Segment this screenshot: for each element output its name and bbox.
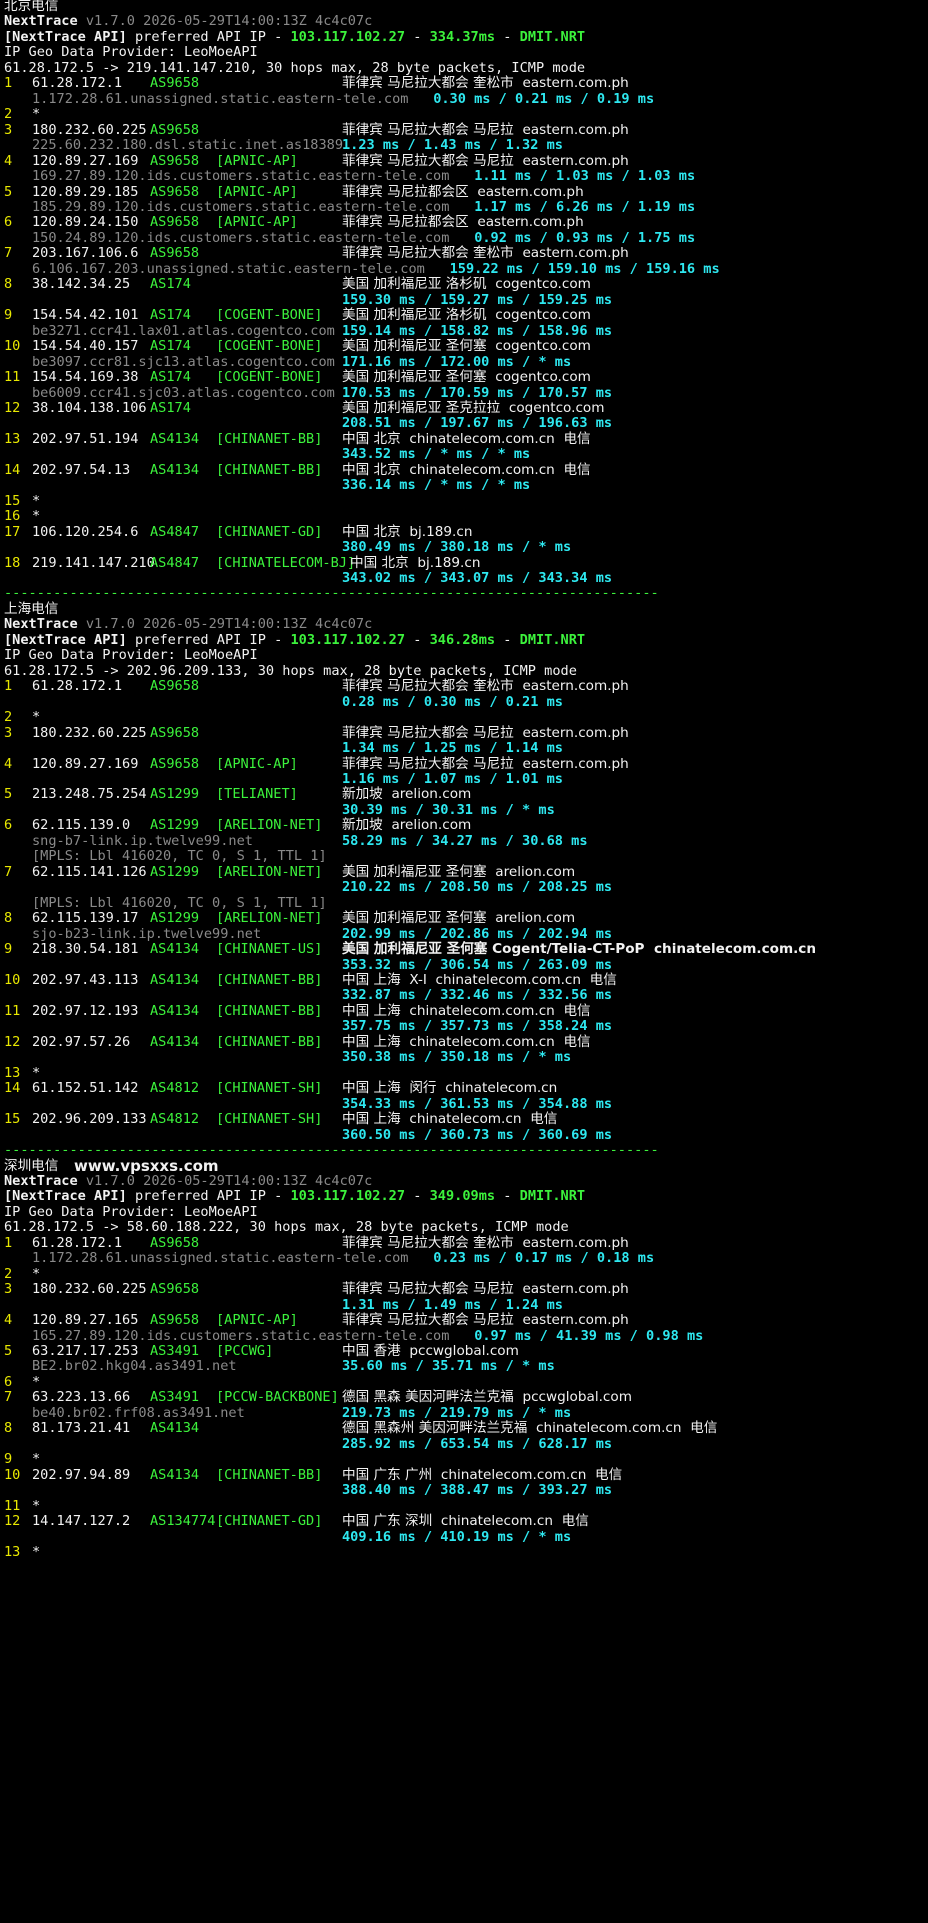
- tool-version: v1.7.0 2026-05-29T14:00:13Z 4c4c07c: [85, 13, 373, 29]
- hop-domain: chinatelecom.com.cn: [654, 941, 817, 957]
- api-ip: 103.117.102.27: [290, 1188, 406, 1204]
- hop-domain: eastern.com.ph: [522, 1312, 629, 1328]
- hop-domain: eastern.com.ph: [522, 678, 629, 694]
- hop-domain: chinatelecom.com.cn: [536, 1420, 682, 1436]
- api-dash: -: [405, 1188, 430, 1204]
- hop-isp: 电信: [561, 1513, 589, 1529]
- hop-domain: cogentco.com: [495, 369, 591, 385]
- hop-domain: cogentco.com: [495, 307, 591, 323]
- api-latency: 349.09ms: [429, 1188, 496, 1204]
- hop-domain: eastern.com.ph: [522, 75, 629, 91]
- hop-domain: cogentco.com: [495, 276, 591, 292]
- api-dash: -: [495, 1188, 520, 1204]
- hop-isp: 电信: [530, 1111, 558, 1127]
- hop-number: 13: [4, 1544, 21, 1560]
- timeout-star: *: [32, 1544, 41, 1560]
- api-label: [NextTrace API]: [4, 1188, 127, 1204]
- hop-domain: chinatelecom.cn: [409, 1111, 522, 1127]
- tool-version: v1.7.0 2026-05-29T14:00:13Z 4c4c07c: [85, 616, 373, 632]
- hop-domain: eastern.com.ph: [522, 1281, 629, 1297]
- hop-domain: arelion.com: [391, 786, 472, 802]
- hop-domain: eastern.com.ph: [477, 214, 584, 230]
- terminal-output: 北京电信 NextTrace v1.7.0 2026-05-29T14:00:13…: [0, 0, 928, 1923]
- tool-name: NextTrace: [4, 13, 78, 29]
- hop-domain: chinatelecom.cn: [440, 1513, 553, 1529]
- hop-domain: arelion.com: [495, 910, 576, 926]
- hop-domain: eastern.com.ph: [522, 245, 629, 261]
- hop-domain: arelion.com: [391, 817, 472, 833]
- hop-domain: cogentco.com: [495, 338, 591, 354]
- hop-domain: pccwglobal.com: [522, 1389, 632, 1405]
- hop-domain: chinatelecom.cn: [445, 1080, 558, 1096]
- tool-name: NextTrace: [4, 616, 78, 632]
- hop-isp: 电信: [690, 1420, 718, 1436]
- api-node: DMIT.NRT: [519, 1188, 586, 1204]
- timeout-row: 13 *: [4, 1543, 928, 1562]
- api-text: preferred API IP -: [126, 1188, 291, 1204]
